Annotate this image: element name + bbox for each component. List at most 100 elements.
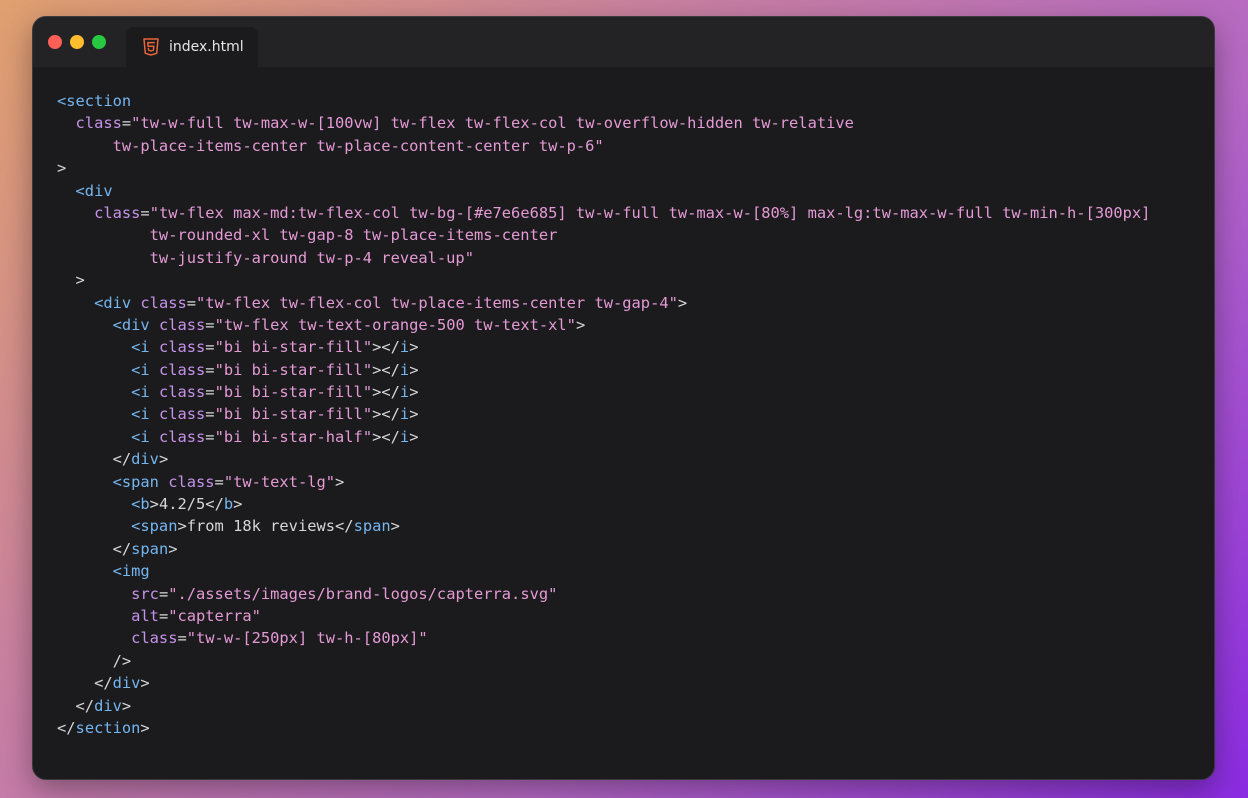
close-icon[interactable] [48,35,62,49]
code-line: <img [57,560,1150,582]
code-token: > [409,405,419,424]
code-line: tw-rounded-xl tw-gap-8 tw-place-items-ce… [57,224,1150,246]
code-editor[interactable]: <section class="tw-w-full tw-max-w-[100v… [57,90,1150,739]
code-token: </ [57,674,113,693]
code-token: > [140,674,150,693]
code-token: src [57,584,159,603]
code-line: <section [57,90,1150,112]
code-token: </ [57,450,132,469]
code-token: > [233,495,243,514]
code-token: > [409,338,419,357]
code-token: > [335,472,345,491]
code-token: <div [57,293,132,312]
title-bar: index.html [33,17,1214,67]
code-token: "tw-flex tw-text-orange-500 tw-text-xl" [214,315,576,334]
code-token: ></ [372,360,400,379]
code-token: > [149,495,159,514]
code-token: "capterra" [168,606,261,625]
editor-window: index.html <section class="tw-w-full tw-… [32,16,1215,780]
code-line: class="tw-w-[250px] tw-h-[80px]" [57,627,1150,649]
code-line: src="./assets/images/brand-logos/capterr… [57,583,1150,605]
code-token: <div [57,315,150,334]
code-token: "tw-w-full tw-max-w-[100vw] tw-flex tw-f… [131,114,854,133]
code-token: > [158,450,169,469]
code-token: i [399,405,410,424]
code-line: <i class="bi bi-star-fill"></i> [57,359,1150,381]
code-token: = [205,383,215,402]
tab-label: index.html [169,39,244,55]
html5-icon [143,38,159,56]
code-line: class="tw-w-full tw-max-w-[100vw] tw-fle… [57,112,1150,134]
code-line: tw-place-items-center tw-place-content-c… [57,135,1150,157]
code-token: class [149,405,206,424]
code-token: = [186,293,197,312]
maximize-icon[interactable] [92,35,106,49]
code-line: <div class="tw-flex tw-flex-col tw-place… [57,292,1150,314]
code-token: i [399,360,410,379]
code-token: = [205,405,215,424]
code-token: > [409,360,419,379]
code-token: "bi bi-star-fill" [214,405,373,424]
code-token: i [399,338,410,357]
code-token: <section [57,92,132,110]
code-token: section [75,718,141,737]
code-token: "bi bi-star-fill" [214,338,373,357]
code-token: "tw-flex max-md:tw-flex-col tw-bg-[#e7e6… [149,203,1151,222]
code-token: class [57,114,122,133]
code-token: <i [57,405,150,424]
code-token: > [677,293,688,312]
code-token: > [57,271,85,290]
code-token: = [177,629,187,648]
code-line: </section> [57,717,1150,739]
code-token: </ [205,495,224,514]
code-line: <i class="bi bi-star-fill"></i> [57,336,1150,358]
code-token: tw-rounded-xl tw-gap-8 tw-place-items-ce… [57,226,558,245]
code-token: ></ [372,405,400,424]
code-line: <i class="bi bi-star-fill"></i> [57,403,1150,425]
code-token: tw-place-items-center tw-place-content-c… [57,136,604,155]
code-token: class [149,360,206,379]
code-token: <b [57,495,150,514]
code-token: span [131,539,169,558]
code-token: class [57,629,178,648]
code-token: ></ [372,383,400,402]
code-token: <span [57,472,159,491]
code-token: > [390,517,400,536]
code-token: <span [57,517,178,536]
code-line: class="tw-flex max-md:tw-flex-col tw-bg-… [57,202,1150,224]
code-token: <i [57,427,150,446]
code-token: i [399,427,410,446]
code-line: <i class="bi bi-star-half"></i> [57,426,1150,448]
code-token: = [158,606,169,625]
code-token: alt [57,606,159,625]
tab-index-html[interactable]: index.html [126,27,258,67]
code-token: class [149,338,206,357]
code-token: tw-justify-around tw-p-4 reveal-up" [57,248,474,267]
code-token: <i [57,360,150,379]
code-token: > [140,718,150,737]
code-token: > [177,517,187,536]
code-token: = [158,584,169,603]
code-token: > [168,539,178,558]
code-line: <b>4.2/5</b> [57,493,1150,515]
code-token: = [205,427,215,446]
code-token: "bi bi-star-fill" [214,383,373,402]
code-token: class [149,315,206,334]
window-controls [48,35,106,49]
code-token: b [223,495,234,514]
minimize-icon[interactable] [70,35,84,49]
code-token: div [94,696,122,715]
code-line: </div> [57,672,1150,694]
code-token: <img [57,562,150,581]
code-token: class [158,472,215,491]
code-line: /> [57,650,1150,672]
code-token: <i [57,383,150,402]
code-token: "tw-flex tw-flex-col tw-place-items-cent… [196,293,678,312]
code-token: = [121,114,132,133]
code-line: > [57,157,1150,179]
code-token: /> [57,651,132,670]
code-token: > [57,159,67,178]
code-line: <span>from 18k reviews</span> [57,515,1150,537]
code-token: > [121,696,132,715]
code-line: > [57,269,1150,291]
